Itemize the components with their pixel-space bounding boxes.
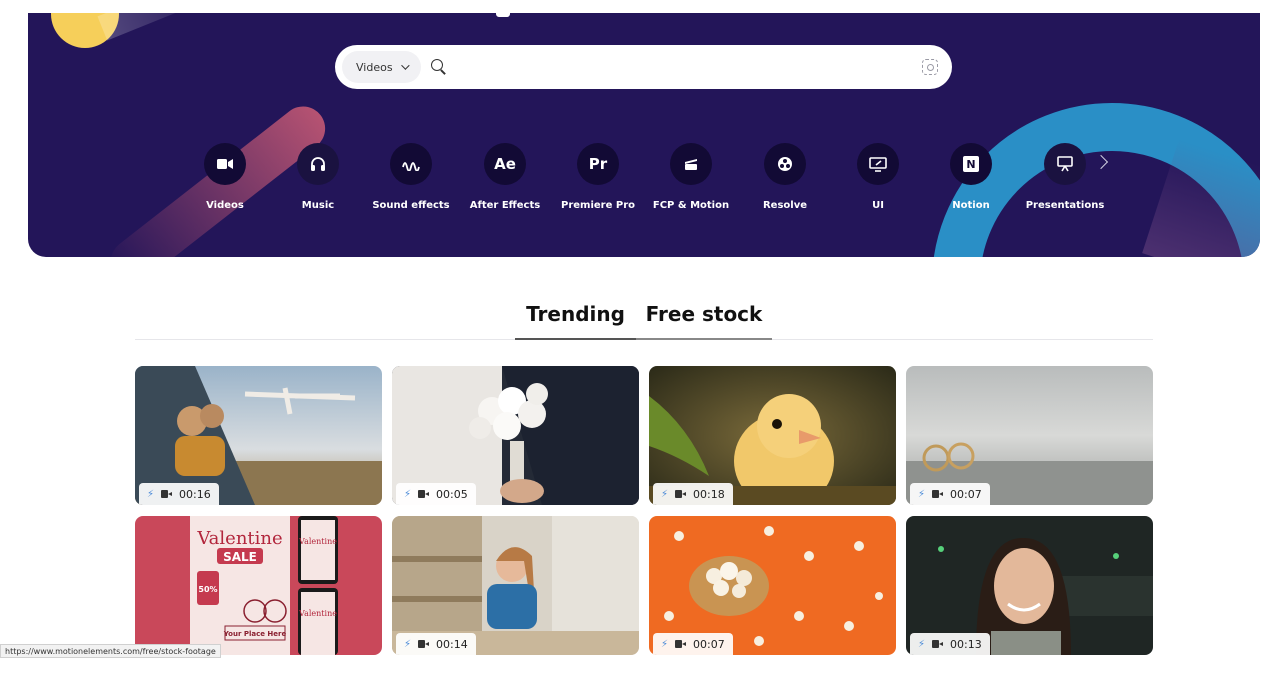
search-icon[interactable] (430, 59, 447, 75)
category-after-effects[interactable]: Ae After Effects (460, 143, 550, 211)
lightning-icon: ⚡ (404, 638, 412, 650)
video-camera-icon (675, 640, 687, 648)
lightning-icon: ⚡ (661, 638, 669, 650)
notion-icon: N (950, 143, 992, 185)
category-label: After Effects (469, 200, 541, 211)
category-notion[interactable]: N Notion (926, 143, 1016, 211)
after-effects-icon: Ae (484, 143, 526, 185)
video-card[interactable]: Valentine SALE 50% Your Place Here Valen… (135, 516, 382, 655)
tab-free-stock[interactable]: Free stock (636, 296, 772, 340)
search-type-dropdown[interactable]: Videos (342, 51, 421, 83)
tab-trending[interactable]: Trending (515, 296, 636, 340)
category-premiere-pro[interactable]: Pr Premiere Pro (553, 143, 643, 211)
lightning-icon: ⚡ (661, 488, 669, 500)
category-music[interactable]: Music (273, 143, 363, 211)
video-card[interactable]: ⚡ 00:14 (392, 516, 639, 655)
duration-label: 00:18 (693, 487, 725, 501)
duration-label: 00:07 (693, 637, 725, 651)
resolve-icon (764, 143, 806, 185)
poster-title: Valentine (196, 528, 282, 549)
category-label: Sound effects (372, 200, 450, 211)
duration-label: 00:14 (436, 637, 468, 651)
hero-title-fragment (496, 13, 510, 17)
duration-label: 00:16 (179, 487, 211, 501)
lightning-icon: ⚡ (404, 488, 412, 500)
video-camera-icon (204, 143, 246, 185)
thumbnail-valentine-sale: Valentine SALE 50% Your Place Here Valen… (135, 516, 382, 655)
presentation-icon (1044, 143, 1086, 185)
video-card[interactable]: ⚡ 00:18 (649, 366, 896, 505)
search-bar: Videos (335, 45, 952, 89)
category-label: Music (301, 200, 335, 211)
category-videos[interactable]: Videos (180, 143, 270, 211)
notion-glyph: N (963, 156, 979, 172)
duration-label: 00:07 (950, 487, 982, 501)
duration-badge: ⚡ 00:05 (396, 483, 476, 505)
duration-badge: ⚡ 00:18 (653, 483, 733, 505)
category-ui[interactable]: UI (833, 143, 923, 211)
lightning-icon: ⚡ (147, 488, 155, 500)
poster-mini-title: Valentine (298, 537, 337, 546)
lightning-icon: ⚡ (918, 488, 926, 500)
poster-subtitle: SALE (223, 550, 257, 564)
premiere-pro-icon: Pr (577, 143, 619, 185)
video-card[interactable]: ⚡ 00:07 (649, 516, 896, 655)
lightning-icon: ⚡ (918, 638, 926, 650)
headphones-icon (297, 143, 339, 185)
video-camera-icon (932, 490, 944, 498)
category-label: Presentations (1025, 200, 1105, 211)
video-camera-icon (932, 640, 944, 648)
poster-discount: 50% (198, 585, 217, 594)
video-camera-icon (675, 490, 687, 498)
duration-label: 00:13 (950, 637, 982, 651)
video-card[interactable]: ⚡ 00:07 (906, 366, 1153, 505)
sound-wave-icon (390, 143, 432, 185)
category-fcp-motion[interactable]: FCP & Motion (646, 143, 736, 211)
video-camera-icon (418, 490, 430, 498)
video-card[interactable]: ⚡ 00:16 (135, 366, 382, 505)
duration-label: 00:05 (436, 487, 468, 501)
poster-cta: Your Place Here (223, 630, 287, 638)
category-label: FCP & Motion (652, 200, 730, 211)
category-presentations[interactable]: Presentations (1020, 143, 1110, 211)
ui-monitor-icon (857, 143, 899, 185)
duration-badge: ⚡ 00:16 (139, 483, 219, 505)
decorative-streak (97, 13, 219, 41)
duration-badge: ⚡ 00:13 (910, 633, 990, 655)
video-card[interactable]: ⚡ 00:13 (906, 516, 1153, 655)
hero-banner: Videos Videos Music Sound effects Ae Aft… (28, 13, 1260, 257)
poster-mini-title: Valentine (298, 609, 337, 618)
search-input[interactable] (456, 47, 922, 87)
duration-badge: ⚡ 00:14 (396, 633, 476, 655)
category-resolve[interactable]: Resolve (740, 143, 830, 211)
category-label: Resolve (762, 200, 808, 211)
search-type-label: Videos (356, 60, 393, 74)
content-tabs: Trending Free stock (135, 296, 1153, 340)
category-label: Notion (952, 200, 990, 211)
category-sound-effects[interactable]: Sound effects (366, 143, 456, 211)
duration-badge: ⚡ 00:07 (910, 483, 990, 505)
chevron-down-icon (400, 61, 410, 70)
video-camera-icon (418, 640, 430, 648)
category-label: Videos (206, 200, 244, 211)
visual-search-icon[interactable] (922, 59, 938, 75)
category-label: Premiere Pro (561, 200, 635, 211)
clapperboard-icon (670, 143, 712, 185)
category-label: UI (872, 200, 884, 211)
video-card[interactable]: ⚡ 00:05 (392, 366, 639, 505)
browser-status-url: https://www.motionelements.com/free/stoc… (0, 644, 221, 658)
category-row: Videos Music Sound effects Ae After Effe… (28, 143, 1260, 223)
duration-badge: ⚡ 00:07 (653, 633, 733, 655)
video-camera-icon (161, 490, 173, 498)
